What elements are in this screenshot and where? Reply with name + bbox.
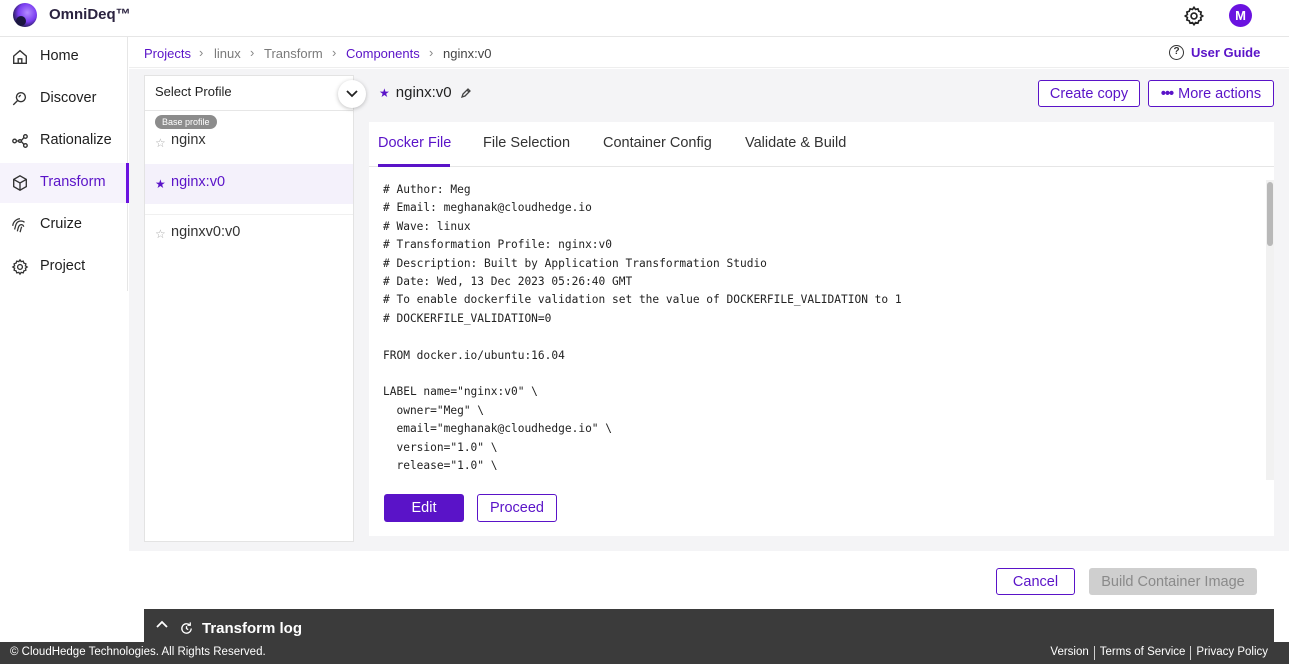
profile-item-nginx-v0[interactable]: ★ nginx:v0 — [145, 164, 353, 204]
dockerfile-line — [383, 328, 1263, 346]
dockerfile-line: email="meghanak@cloudhedge.io" \ — [383, 422, 613, 436]
profile-name: nginxv0:v0 — [171, 224, 241, 240]
active-tab-indicator — [378, 164, 450, 167]
tab-container-config[interactable]: Container Config — [603, 135, 712, 151]
dockerfile-line: owner="Meg" \ — [383, 403, 485, 417]
breadcrumb-current: nginx:v0 — [443, 46, 492, 61]
breadcrumb-chevron-icon: › — [250, 45, 255, 60]
breadcrumb-chevron-icon: › — [199, 45, 204, 60]
fingerprint-icon — [12, 218, 25, 233]
build-container-image-button: Build Container Image — [1089, 568, 1257, 595]
tab-docker-file[interactable]: Docker File — [378, 135, 451, 151]
user-guide-label: User Guide — [1191, 45, 1261, 60]
star-outline-icon[interactable]: ☆ — [155, 227, 166, 241]
discover-icon — [12, 92, 27, 106]
chevron-up-icon[interactable] — [156, 620, 168, 628]
dockerfile-line: # Transformation Profile: nginx:v0 — [383, 238, 613, 252]
copyright-text: © CloudHedge Technologies. All Rights Re… — [10, 646, 266, 658]
sidebar-item-cruize[interactable]: Cruize — [0, 205, 128, 245]
footer-link-version[interactable]: Version — [1045, 646, 1093, 660]
more-dots-icon: ••• — [1160, 85, 1174, 102]
proceed-button[interactable]: Proceed — [477, 494, 557, 522]
cancel-button[interactable]: Cancel — [996, 568, 1075, 595]
dockerfile-line: LABEL name="nginx:v0" \ — [383, 385, 538, 399]
create-copy-button[interactable]: Create copy — [1038, 80, 1140, 107]
component-name: nginx:v0 — [395, 84, 452, 101]
profile-select[interactable]: Select Profile — [145, 76, 366, 111]
star-outline-icon[interactable]: ☆ — [155, 136, 166, 150]
sidebar-item-home[interactable]: Home — [0, 37, 128, 77]
dockerfile-line: # To enable dockerfile validation set th… — [383, 293, 902, 307]
breadcrumb-components[interactable]: Components — [346, 46, 420, 61]
rationalize-icon — [12, 134, 28, 148]
more-actions-label: More actions — [1178, 85, 1262, 102]
dockerfile-line — [383, 365, 1263, 383]
star-filled-icon[interactable]: ★ — [155, 177, 166, 191]
dockerfile-line: release="1.0" \ — [383, 459, 498, 473]
transform-log-bar[interactable]: Transform log — [144, 609, 1274, 644]
top-bar: OmniDeq™ M — [0, 0, 1289, 37]
sidebar-item-label: Home — [40, 48, 79, 64]
dockerfile-line: # Wave: linux — [383, 219, 471, 233]
profile-select-label: Select Profile — [155, 84, 232, 99]
home-icon — [13, 49, 27, 64]
breadcrumb-linux: linux — [214, 46, 241, 61]
user-avatar[interactable]: M — [1229, 4, 1252, 27]
dockerfile-line: # Email: meghanak@cloudhedge.io — [383, 201, 592, 215]
user-guide-link[interactable]: ? User Guide — [1169, 45, 1260, 60]
footer-link-terms[interactable]: Terms of Service — [1095, 646, 1191, 660]
sidebar-item-rationalize[interactable]: Rationalize — [0, 121, 128, 161]
scrollbar-thumb[interactable] — [1267, 182, 1273, 246]
more-actions-button[interactable]: ••• More actions — [1148, 80, 1274, 107]
dockerfile-line: version="1.0" \ — [383, 440, 498, 454]
dockerfile-line: # Description: Built by Application Tran… — [383, 256, 767, 270]
tab-bar: Docker File File Selection Container Con… — [369, 122, 1274, 167]
app-logo-icon — [13, 3, 37, 27]
sidebar-item-label: Rationalize — [40, 132, 112, 148]
chevron-down-icon — [346, 90, 358, 98]
sidebar-item-label: Cruize — [40, 216, 82, 232]
help-icon: ? — [1169, 45, 1184, 60]
transform-log-title: Transform log — [202, 620, 303, 637]
edit-button[interactable]: Edit — [384, 494, 464, 522]
cube-icon — [13, 175, 27, 191]
dockerfile-content[interactable]: # Author: Meg # Email: meghanak@cloudhedg… — [383, 181, 1263, 481]
app-title: OmniDeq™ — [49, 6, 131, 23]
dockerfile-card: Docker File File Selection Container Con… — [369, 122, 1274, 536]
sidebar: Home Discover Rationalize Transform Crui… — [0, 37, 129, 291]
profile-panel: Select Profile Base profile ☆ nginx ★ ng… — [144, 75, 366, 542]
gear-icon — [11, 258, 29, 276]
breadcrumb-transform: Transform — [264, 46, 323, 61]
edit-pencil-icon[interactable] — [460, 87, 472, 99]
sidebar-item-label: Transform — [40, 174, 106, 190]
footer-links: Version Terms of Service Privacy Policy — [1045, 646, 1273, 660]
profile-name: nginx — [171, 132, 206, 148]
star-filled-icon[interactable]: ★ — [379, 86, 390, 100]
breadcrumb-chevron-icon: › — [429, 45, 434, 60]
base-profile-badge: Base profile — [155, 115, 217, 129]
detail-title: ★ nginx:v0 — [379, 84, 472, 101]
profile-name: nginx:v0 — [171, 174, 226, 190]
refresh-icon — [181, 622, 192, 634]
dockerfile-line: FROM docker.io/ubuntu:16.04 — [383, 348, 565, 362]
sidebar-item-label: Discover — [40, 90, 97, 106]
dockerfile-line: # DOCKERFILE_VALIDATION=0 — [383, 311, 552, 325]
tab-validate-build[interactable]: Validate & Build — [745, 135, 846, 151]
profile-item-nginx[interactable]: ☆ nginx — [145, 132, 353, 162]
sidebar-item-project[interactable]: Project — [0, 247, 128, 287]
sidebar-item-transform[interactable]: Transform — [0, 163, 129, 203]
footer: © CloudHedge Technologies. All Rights Re… — [0, 642, 1289, 664]
breadcrumb-chevron-icon: › — [332, 45, 337, 60]
breadcrumb-projects[interactable]: Projects — [144, 46, 191, 61]
profile-item-nginxv0-v0[interactable]: ☆ nginxv0:v0 — [145, 214, 353, 254]
settings-gear-icon[interactable] — [1183, 5, 1205, 27]
tab-file-selection[interactable]: File Selection — [483, 135, 570, 151]
footer-link-privacy[interactable]: Privacy Policy — [1191, 646, 1273, 660]
breadcrumb: Projects › linux › Transform › Component… — [129, 37, 1289, 68]
sidebar-item-discover[interactable]: Discover — [0, 79, 128, 119]
profile-dropdown-button[interactable] — [338, 80, 366, 108]
sidebar-item-label: Project — [40, 258, 86, 274]
dockerfile-line: # Date: Wed, 13 Dec 2023 05:26:40 GMT — [383, 275, 633, 289]
dockerfile-line: # Author: Meg — [383, 183, 471, 196]
